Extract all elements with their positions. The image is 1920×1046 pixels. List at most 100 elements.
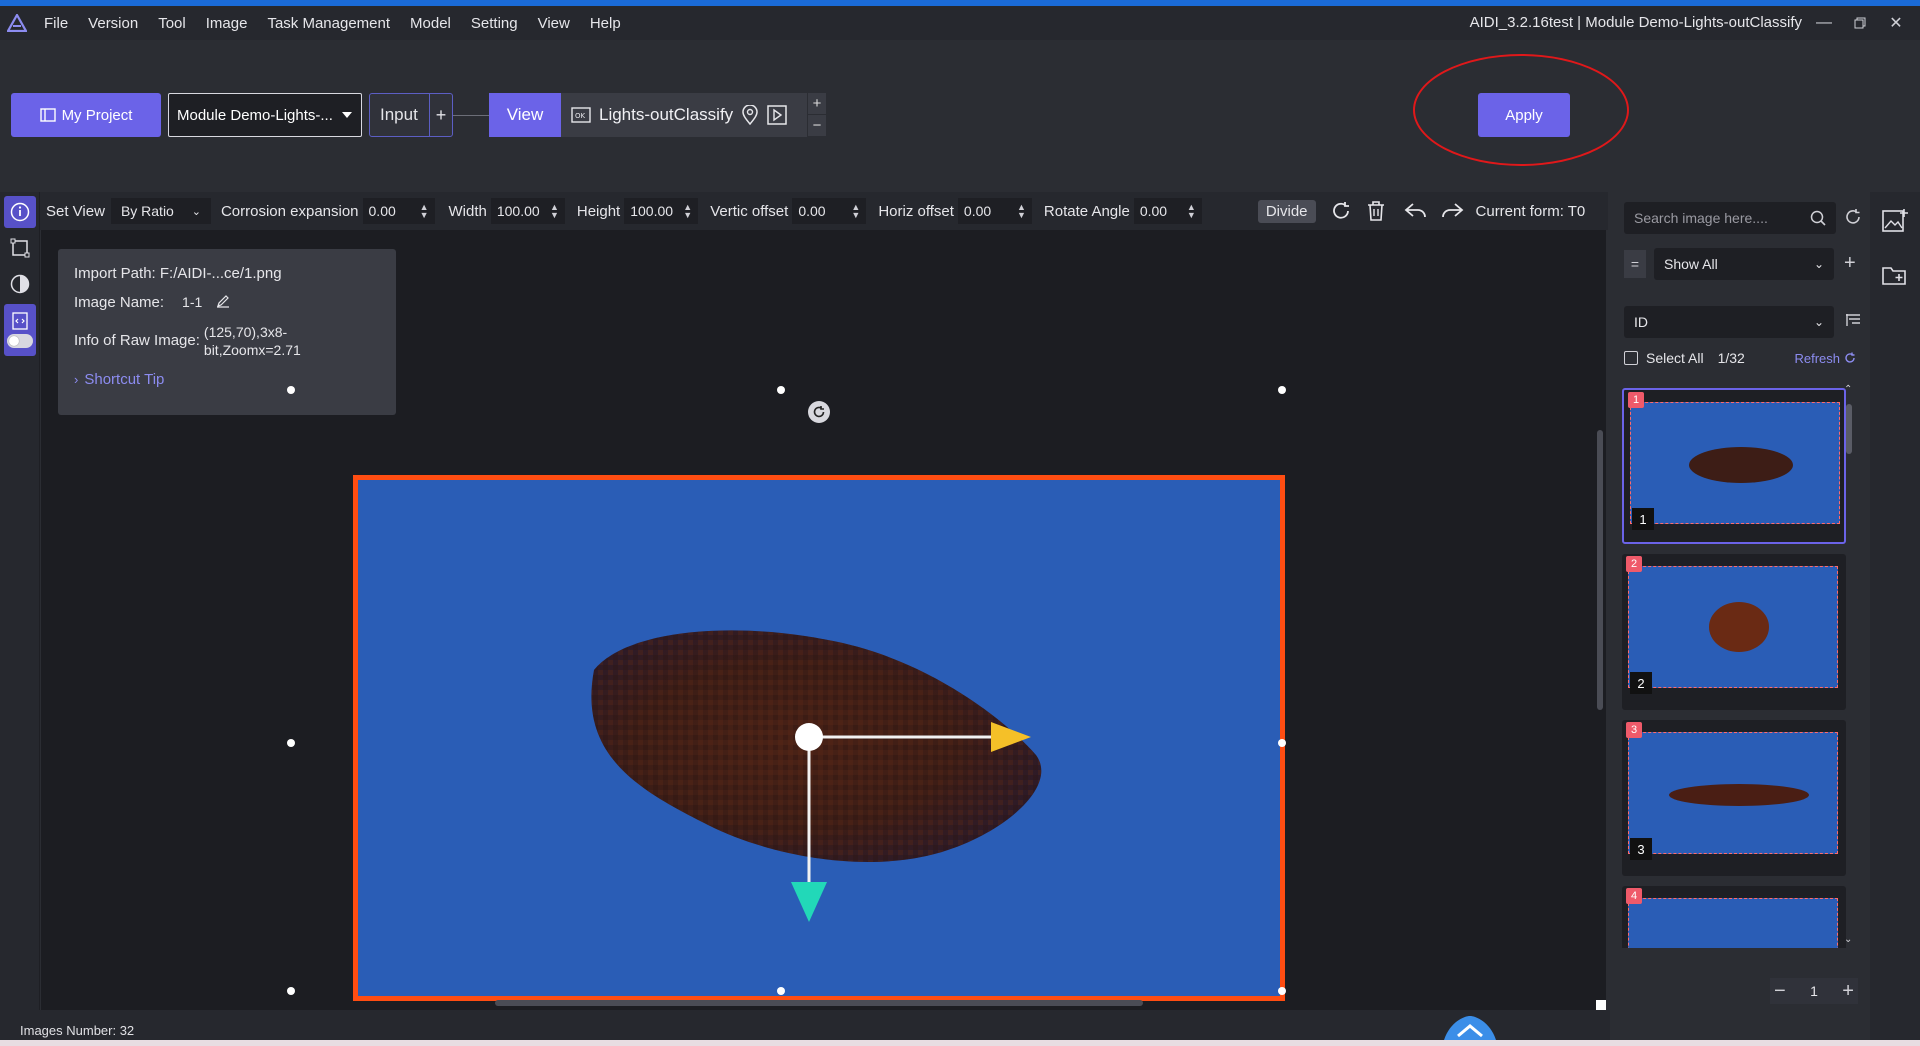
- canvas-vertical-scrollbar[interactable]: [1597, 430, 1603, 710]
- add-filter-icon[interactable]: +: [1844, 252, 1856, 275]
- corrosion-field: Corrosion expansion 0.00 ▲ ▼: [221, 198, 435, 224]
- scroll-top-icon[interactable]: ⌃: [1844, 384, 1852, 395]
- thumbnail-list: 1 1 2 2 3 3 4: [1622, 388, 1848, 948]
- image-canvas[interactable]: Import Path: F:/AIDI-...ce/1.png Image N…: [41, 230, 1606, 1010]
- spin-arrows-icon[interactable]: ▲ ▼: [1187, 203, 1196, 220]
- undo-icon[interactable]: [1404, 201, 1428, 221]
- lights-out-classify-node[interactable]: OK Lights-outClassify: [561, 93, 807, 137]
- horiz-offset-label: Horiz offset: [878, 202, 954, 220]
- add-folder-button[interactable]: [1878, 258, 1912, 292]
- input-node[interactable]: Input +: [369, 93, 453, 137]
- menu-view[interactable]: View: [528, 15, 580, 32]
- thumbnail-scrollbar[interactable]: ⌃ ⌄: [1844, 384, 1852, 948]
- my-project-button[interactable]: My Project: [11, 93, 161, 137]
- menu-image[interactable]: Image: [196, 15, 258, 32]
- info-icon: [10, 202, 30, 222]
- node-remove-button[interactable]: −: [808, 115, 826, 137]
- thumbnail-item[interactable]: 4: [1622, 886, 1846, 948]
- search-icon[interactable]: [1810, 210, 1826, 226]
- delete-icon[interactable]: [1366, 200, 1386, 222]
- spin-arrows-icon[interactable]: ▲ ▼: [851, 203, 860, 220]
- contrast-tool-button[interactable]: [4, 268, 36, 300]
- x-axis-arrow-icon: [991, 722, 1031, 752]
- rotate-icon[interactable]: [1330, 200, 1352, 222]
- filter-select-value: Show All: [1664, 256, 1718, 272]
- thumbnail-image: [1628, 898, 1838, 948]
- add-image-icon: [1882, 209, 1908, 232]
- thumbnail-item[interactable]: 1 1: [1622, 388, 1846, 544]
- menu-file[interactable]: File: [34, 15, 78, 32]
- filter-select[interactable]: Show All ⌄: [1654, 248, 1834, 280]
- close-icon[interactable]: ✕: [1880, 12, 1912, 34]
- refresh-label: Refresh: [1794, 350, 1840, 366]
- width-input[interactable]: 100.00 ▲ ▼: [490, 198, 565, 224]
- menu-version[interactable]: Version: [78, 15, 148, 32]
- horiz-offset-value: 0.00: [963, 203, 992, 219]
- corrosion-input[interactable]: 0.00 ▲ ▼: [362, 198, 435, 224]
- thumbnail-item[interactable]: 3 3: [1622, 720, 1846, 876]
- chevron-down-icon: ⌄: [1813, 315, 1824, 329]
- select-all-label: Select All: [1646, 350, 1704, 366]
- vertic-offset-input[interactable]: 0.00 ▲ ▼: [792, 198, 867, 224]
- image-search-input[interactable]: Search image here....: [1624, 202, 1836, 234]
- page-number[interactable]: 1: [1810, 983, 1818, 999]
- height-input[interactable]: 100.00 ▲ ▼: [624, 198, 699, 224]
- sort-order-icon[interactable]: [1844, 312, 1862, 328]
- view-node-button[interactable]: View: [489, 93, 561, 137]
- right-action-rail: [1870, 192, 1920, 1040]
- view-params-bar: Set View By Ratio ⌄ Corrosion expansion …: [40, 192, 1608, 230]
- spin-arrows-icon[interactable]: ▲ ▼: [683, 203, 692, 220]
- roi-tool-button[interactable]: [4, 232, 36, 264]
- spin-arrows-icon[interactable]: ▲ ▼: [550, 203, 559, 220]
- input-add-button[interactable]: +: [430, 105, 452, 126]
- filter-operator[interactable]: =: [1624, 250, 1646, 278]
- location-pin-icon[interactable]: [741, 105, 759, 125]
- thumbnail-image: [1630, 402, 1840, 524]
- info-tool-button[interactable]: [4, 196, 36, 228]
- thumbnail-scroll-thumb[interactable]: [1846, 404, 1852, 454]
- vertic-offset-field: Vertic offset 0.00 ▲ ▼: [710, 198, 867, 224]
- menu-setting[interactable]: Setting: [461, 15, 528, 32]
- restore-icon[interactable]: [1844, 12, 1876, 34]
- menu-help[interactable]: Help: [580, 15, 631, 32]
- ratio-select[interactable]: By Ratio ⌄: [110, 198, 211, 224]
- refresh-list-icon[interactable]: [1844, 208, 1862, 226]
- view-toggle[interactable]: [7, 334, 33, 348]
- minimize-icon[interactable]: —: [1808, 12, 1840, 34]
- rotate-angle-field: Rotate Angle 0.00 ▲ ▼: [1044, 198, 1202, 224]
- divide-button[interactable]: Divide: [1257, 199, 1316, 223]
- horiz-offset-field: Horiz offset 0.00 ▲ ▼: [878, 198, 1032, 224]
- spin-arrows-icon[interactable]: ▲ ▼: [1017, 203, 1026, 220]
- page-prev-button[interactable]: −: [1774, 980, 1786, 1003]
- canvas-horizontal-scrollbar[interactable]: [495, 1000, 1143, 1006]
- play-box-icon[interactable]: [767, 105, 787, 125]
- thumbnail-index-badge: 4: [1626, 888, 1642, 904]
- module-select-value: Module Demo-Lights-...: [177, 106, 333, 124]
- horiz-offset-input[interactable]: 0.00 ▲ ▼: [957, 198, 1032, 224]
- search-placeholder: Search image here....: [1634, 210, 1768, 226]
- thumbnail-item[interactable]: 2 2: [1622, 554, 1846, 710]
- menu-task-management[interactable]: Task Management: [257, 15, 400, 32]
- refresh-link[interactable]: Refresh: [1794, 351, 1856, 366]
- module-select[interactable]: Module Demo-Lights-...: [168, 93, 362, 137]
- vertic-offset-label: Vertic offset: [710, 202, 789, 220]
- thumbnail-label-badge: 3: [1630, 838, 1652, 860]
- spin-arrows-icon[interactable]: ▲ ▼: [420, 203, 429, 220]
- redo-icon[interactable]: [1440, 201, 1464, 221]
- highlight-ellipse: [1413, 54, 1629, 166]
- add-image-button[interactable]: [1878, 204, 1912, 238]
- menu-tool[interactable]: Tool: [148, 15, 196, 32]
- sort-select[interactable]: ID ⌄: [1624, 306, 1834, 338]
- thumbnail-index-badge: 1: [1628, 392, 1644, 408]
- select-all-checkbox[interactable]: [1624, 351, 1638, 365]
- sort-select-value: ID: [1634, 314, 1648, 330]
- menu-model[interactable]: Model: [400, 15, 461, 32]
- page-next-button[interactable]: +: [1842, 980, 1854, 1003]
- scroll-bottom-icon[interactable]: ⌄: [1844, 934, 1852, 945]
- height-field: Height 100.00 ▲ ▼: [577, 198, 699, 224]
- vertic-offset-value: 0.00: [798, 203, 826, 219]
- code-view-button[interactable]: [4, 304, 36, 356]
- axis-gizmo[interactable]: [41, 230, 1606, 1010]
- node-add-button[interactable]: +: [808, 93, 826, 115]
- rotate-angle-input[interactable]: 0.00 ▲ ▼: [1133, 198, 1202, 224]
